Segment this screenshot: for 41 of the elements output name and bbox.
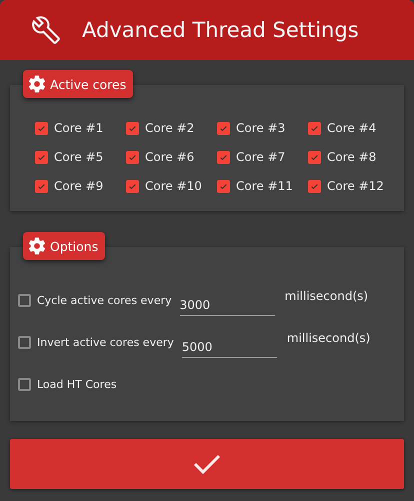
- checkbox-label: Core #7: [236, 150, 286, 164]
- checkbox-label: Core #10: [145, 179, 202, 193]
- unit-label: millisecond(s): [284, 289, 368, 303]
- checkbox[interactable]: [308, 180, 321, 192]
- checkbox[interactable]: [126, 122, 139, 134]
- section-title: Options: [50, 238, 98, 254]
- checkbox[interactable]: [35, 180, 48, 192]
- checkbox-label: Core #12: [327, 179, 384, 193]
- window-title: Advanced Thread Settings: [82, 18, 359, 42]
- checkbox[interactable]: [217, 122, 230, 134]
- checkbox[interactable]: [126, 180, 139, 192]
- checkbox-label: Core #5: [54, 150, 104, 164]
- checkbox[interactable]: [217, 150, 230, 164]
- checkbox[interactable]: [308, 122, 321, 134]
- checkbox[interactable]: [217, 180, 230, 192]
- checkmark-icon: [193, 453, 221, 475]
- checkbox[interactable]: [18, 378, 31, 390]
- checkbox-label: Invert active cores every: [37, 336, 174, 348]
- checkbox-label: Core #3: [236, 121, 286, 135]
- gear-icon: [27, 236, 47, 256]
- checkbox[interactable]: [126, 150, 139, 164]
- unit-label: millisecond(s): [286, 331, 370, 345]
- checkbox[interactable]: [308, 150, 321, 164]
- section-title: Active cores: [50, 76, 126, 92]
- checkbox[interactable]: [35, 122, 48, 134]
- checkbox-label: Core #1: [54, 121, 104, 135]
- checkbox-label: Core #8: [327, 150, 376, 164]
- checkbox-label: Core #11: [236, 179, 293, 193]
- checkbox-label: Core #9: [54, 179, 104, 193]
- checkbox[interactable]: [18, 336, 31, 348]
- gear-icon: [27, 74, 47, 94]
- checkbox-label: Core #4: [327, 121, 376, 135]
- checkbox[interactable]: [18, 294, 31, 306]
- checkbox-label: Core #6: [145, 150, 194, 164]
- input-field[interactable]: 3000: [180, 292, 275, 316]
- checkbox-label: Cycle active cores every: [37, 294, 172, 306]
- checkbox-label: Core #2: [145, 121, 194, 135]
- checkbox-label: Load HT Cores: [37, 378, 117, 390]
- wrench-icon: [32, 16, 60, 44]
- checkbox[interactable]: [35, 150, 48, 164]
- input-field[interactable]: 5000: [182, 334, 277, 358]
